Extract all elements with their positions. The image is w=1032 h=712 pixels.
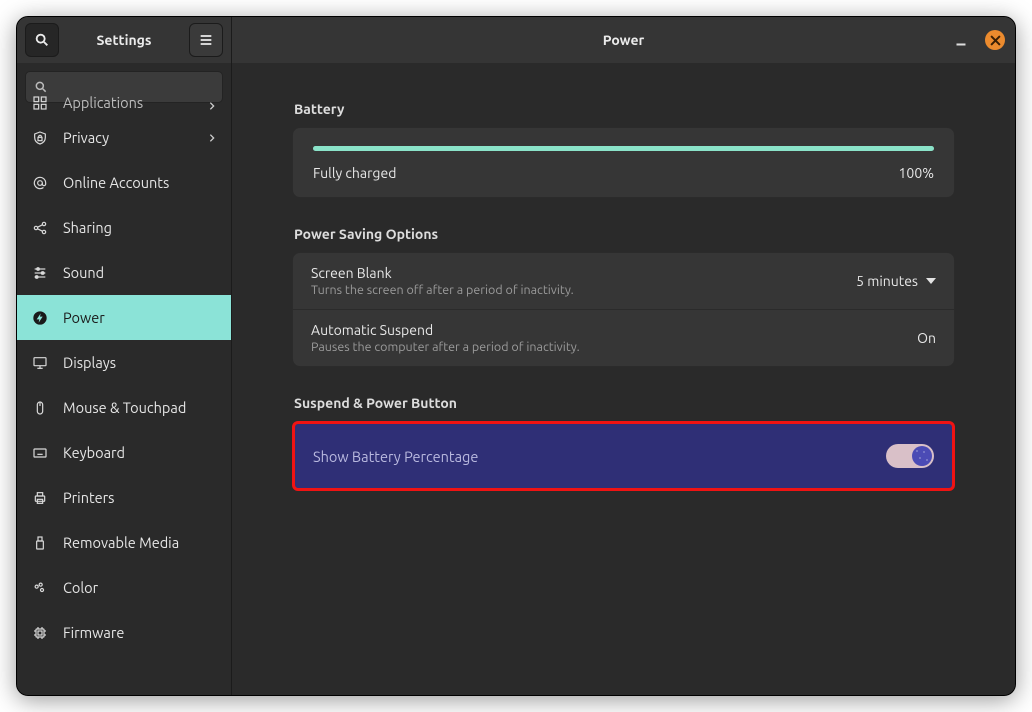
shield-lock-icon (31, 130, 49, 146)
sidebar-item-online-accounts[interactable]: Online Accounts (17, 160, 231, 205)
sidebar-item-label: Sound (63, 264, 104, 281)
titlebar: Settings Power _ (17, 17, 1015, 63)
sidebar-item-label: Displays (63, 354, 116, 371)
sidebar-item-color[interactable]: Color (17, 565, 231, 610)
display-icon (31, 355, 49, 371)
usb-icon (31, 535, 49, 551)
sidebar-item-printers[interactable]: Printers (17, 475, 231, 520)
battery-heading: Battery (294, 101, 955, 117)
sidebar-item-label: Keyboard (63, 444, 125, 461)
page-title: Power (603, 32, 645, 48)
show-battery-percentage-card: Show Battery Percentage (292, 421, 955, 491)
minimize-icon: _ (957, 26, 966, 46)
show-battery-percentage-row[interactable]: Show Battery Percentage (295, 424, 952, 488)
sidebar-title: Settings (65, 32, 183, 48)
toggle-knob-icon (912, 446, 932, 466)
sidebar-item-label: Online Accounts (63, 174, 169, 191)
sidebar-item-label: Firmware (63, 624, 124, 641)
keyboard-icon (31, 445, 49, 461)
close-button[interactable] (985, 30, 1005, 50)
sidebar-nav: Applications Privacy Online Accounts Sharin… (17, 93, 231, 695)
sidebar-item-label: Mouse & Touchpad (63, 399, 186, 416)
battery-percentage-text: 100% (899, 165, 934, 181)
sidebar-item-label: Printers (63, 489, 114, 506)
bolt-icon (31, 310, 49, 326)
mouse-icon (31, 400, 49, 416)
at-icon (31, 175, 49, 191)
chevron-right-icon (207, 133, 217, 143)
sidebar-item-label: Removable Media (63, 534, 179, 551)
minimize-button[interactable]: _ (951, 26, 971, 46)
search-toggle-button[interactable] (25, 23, 59, 57)
palette-icon (31, 580, 49, 596)
sidebar-item-keyboard[interactable]: Keyboard (17, 430, 231, 475)
automatic-suspend-row[interactable]: Automatic Suspend Pauses the computer af… (293, 309, 954, 366)
sidebar-item-sound[interactable]: Sound (17, 250, 231, 295)
share-icon (31, 220, 49, 236)
screen-blank-title: Screen Blank (311, 265, 846, 281)
power-saving-heading: Power Saving Options (294, 226, 955, 242)
hamburger-menu-button[interactable] (189, 23, 223, 57)
show-battery-percentage-toggle[interactable] (886, 444, 934, 468)
grid-icon (31, 95, 49, 111)
screen-blank-row[interactable]: Screen Blank Turns the screen off after … (293, 253, 954, 309)
automatic-suspend-title: Automatic Suspend (311, 322, 907, 338)
sidebar-item-applications[interactable]: Applications (17, 93, 231, 115)
screen-blank-value: 5 minutes (856, 273, 918, 289)
screen-blank-subtitle: Turns the screen off after a period of i… (311, 283, 846, 297)
titlebar-left: Settings (17, 17, 232, 63)
chevron-down-icon (926, 278, 936, 284)
battery-bar (313, 146, 934, 151)
sidebar-item-label: Power (63, 309, 105, 326)
sidebar-item-label: Color (63, 579, 98, 596)
sidebar-item-sharing[interactable]: Sharing (17, 205, 231, 250)
window-controls: _ (951, 30, 1005, 50)
sidebar-item-privacy[interactable]: Privacy (17, 115, 231, 160)
content-area[interactable]: Battery Fully charged 100% Power Saving … (232, 63, 1015, 695)
battery-bar-fill (313, 146, 934, 151)
sidebar-item-power[interactable]: Power (17, 295, 231, 340)
chevron-right-icon (207, 101, 217, 111)
sliders-icon (31, 265, 49, 281)
search-icon (34, 80, 48, 94)
sidebar-item-label: Privacy (63, 129, 109, 146)
automatic-suspend-subtitle: Pauses the computer after a period of in… (311, 340, 907, 354)
window-body: Applications Privacy Online Accounts Sharin… (17, 63, 1015, 695)
sidebar: Applications Privacy Online Accounts Sharin… (17, 63, 232, 695)
battery-status-text: Fully charged (313, 165, 396, 181)
settings-window: Settings Power _ (16, 16, 1016, 696)
search-icon (34, 32, 50, 48)
hamburger-icon (198, 32, 214, 48)
sidebar-item-firmware[interactable]: Firmware (17, 610, 231, 655)
sidebar-item-displays[interactable]: Displays (17, 340, 231, 385)
screen-blank-dropdown[interactable]: 5 minutes (856, 273, 936, 289)
close-icon (990, 35, 1001, 46)
show-battery-percentage-title: Show Battery Percentage (313, 448, 886, 465)
sidebar-item-label: Sharing (63, 219, 112, 236)
sidebar-item-label: Applications (63, 94, 143, 111)
titlebar-right: Power _ (232, 17, 1015, 63)
sidebar-item-mouse-touchpad[interactable]: Mouse & Touchpad (17, 385, 231, 430)
sidebar-item-removable-media[interactable]: Removable Media (17, 520, 231, 565)
suspend-heading: Suspend & Power Button (294, 395, 955, 411)
chip-icon (31, 625, 49, 641)
printer-icon (31, 490, 49, 506)
battery-card: Fully charged 100% (292, 127, 955, 198)
power-saving-card: Screen Blank Turns the screen off after … (292, 252, 955, 367)
automatic-suspend-value: On (917, 330, 936, 346)
